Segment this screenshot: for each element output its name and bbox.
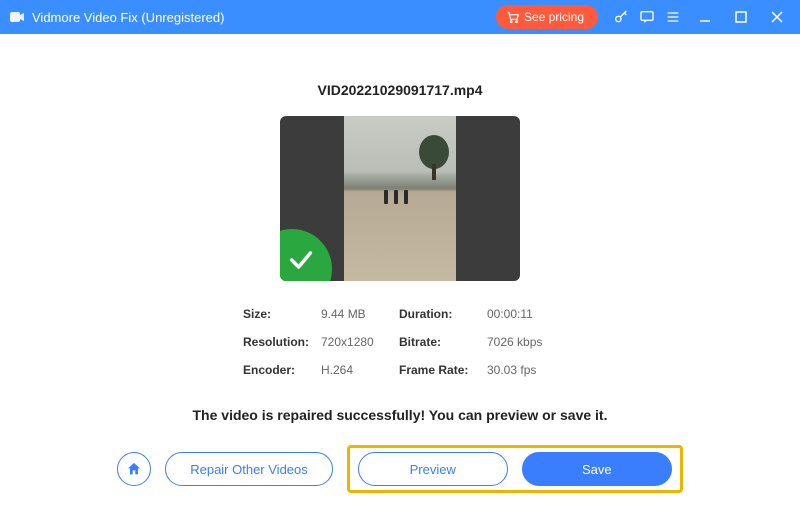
repair-other-label: Repair Other Videos: [190, 462, 308, 477]
framerate-value: 30.03 fps: [487, 363, 557, 377]
key-icon[interactable]: [608, 4, 634, 30]
button-row: Repair Other Videos Preview Save: [117, 445, 683, 493]
see-pricing-button[interactable]: See pricing: [496, 5, 598, 29]
resolution-label: Resolution:: [243, 335, 321, 349]
save-button[interactable]: Save: [522, 452, 672, 486]
repair-other-videos-button[interactable]: Repair Other Videos: [165, 452, 333, 486]
save-label: Save: [582, 462, 612, 477]
status-message: The video is repaired successfully! You …: [193, 407, 608, 423]
titlebar: Vidmore Video Fix (Unregistered) See pri…: [0, 0, 800, 34]
highlighted-actions: Preview Save: [347, 445, 683, 493]
minimize-button[interactable]: [692, 4, 718, 30]
maximize-button[interactable]: [728, 4, 754, 30]
size-value: 9.44 MB: [321, 307, 399, 321]
app-title: Vidmore Video Fix (Unregistered): [32, 10, 224, 25]
app-logo-icon: [8, 8, 26, 26]
success-check-icon: [280, 229, 332, 281]
cart-icon: [506, 10, 520, 24]
people-graphic: [384, 190, 408, 204]
see-pricing-label: See pricing: [524, 10, 584, 24]
preview-label: Preview: [410, 462, 456, 477]
encoder-value: H.264: [321, 363, 399, 377]
menu-icon[interactable]: [660, 4, 686, 30]
bitrate-value: 7026 kbps: [487, 335, 557, 349]
close-button[interactable]: [764, 4, 790, 30]
bitrate-label: Bitrate:: [399, 335, 487, 349]
tree-graphic: [414, 134, 450, 180]
preview-button[interactable]: Preview: [358, 452, 508, 486]
size-label: Size:: [243, 307, 321, 321]
home-icon: [126, 461, 142, 477]
file-name: VID20221029091717.mp4: [317, 82, 482, 98]
video-thumbnail: [280, 116, 520, 281]
feedback-icon[interactable]: [634, 4, 660, 30]
window-controls: [692, 4, 790, 30]
framerate-label: Frame Rate:: [399, 363, 487, 377]
home-button[interactable]: [117, 452, 151, 486]
resolution-value: 720x1280: [321, 335, 399, 349]
duration-value: 00:00:11: [487, 307, 557, 321]
video-details: Size: 9.44 MB Duration: 00:00:11 Resolut…: [243, 307, 557, 377]
encoder-label: Encoder:: [243, 363, 321, 377]
main-content: VID20221029091717.mp4 Size: 9.44 MB Dura…: [0, 34, 800, 493]
duration-label: Duration:: [399, 307, 487, 321]
thumbnail-image: [344, 116, 456, 281]
